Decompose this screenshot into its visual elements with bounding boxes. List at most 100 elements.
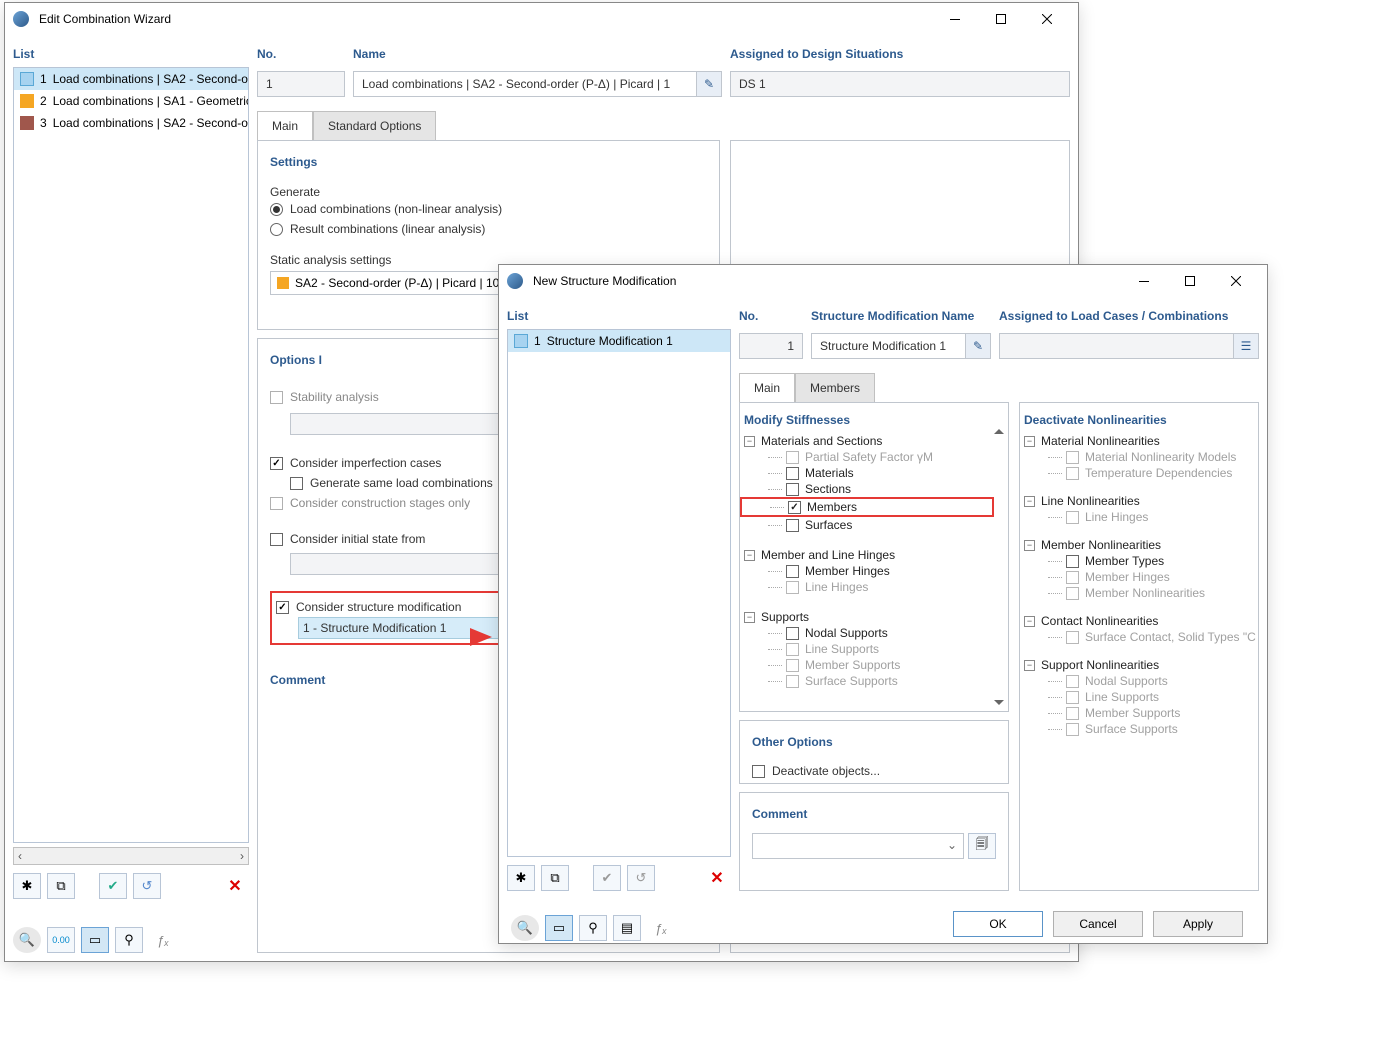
tree-group-contact-nl[interactable]: Contact Nonlinearities: [1039, 614, 1158, 628]
delete-button[interactable]: ✕: [703, 865, 731, 891]
check-psf[interactable]: [786, 451, 799, 464]
collapse-icon[interactable]: −: [1024, 540, 1035, 551]
check-members[interactable]: [788, 501, 801, 514]
check-surface-supports[interactable]: [786, 675, 799, 688]
cancel-button[interactable]: Cancel: [1053, 911, 1143, 937]
titlebar: New Structure Modification: [499, 265, 1267, 297]
function-icon[interactable]: ƒₓ: [647, 915, 675, 941]
name-field[interactable]: Structure Modification 1: [811, 333, 966, 359]
new-button[interactable]: ✱: [13, 873, 41, 899]
tab-members[interactable]: Members: [795, 373, 875, 402]
collapse-icon[interactable]: −: [1024, 496, 1035, 507]
collapse-icon[interactable]: −: [1024, 436, 1035, 447]
check-surface-sup-nl[interactable]: [1066, 723, 1079, 736]
check-member-types[interactable]: [1066, 555, 1079, 568]
close-button[interactable]: [1213, 266, 1259, 296]
apply-button[interactable]: Apply: [1153, 911, 1243, 937]
view-toggle-2-icon[interactable]: ⚲: [115, 927, 143, 953]
horizontal-scrollbar[interactable]: ‹ ›: [13, 847, 249, 865]
scroll-up-icon[interactable]: [994, 429, 1004, 434]
search-icon[interactable]: 🔍: [13, 927, 41, 953]
check-line-hinges[interactable]: [786, 581, 799, 594]
scroll-down-icon[interactable]: [994, 700, 1004, 705]
check-member-supports[interactable]: [786, 659, 799, 672]
new-button[interactable]: ✱: [507, 865, 535, 891]
close-button[interactable]: [1024, 4, 1070, 34]
chevron-left-icon: ‹: [18, 849, 22, 863]
collapse-icon[interactable]: −: [744, 612, 755, 623]
collapse-icon[interactable]: −: [1024, 660, 1035, 671]
radio-linear[interactable]: Result combinations (linear analysis): [270, 219, 707, 239]
minimize-button[interactable]: [1121, 266, 1167, 296]
combination-list-panel: List 1 Load combinations | SA2 - Second-…: [13, 43, 249, 953]
radio-nonlinear[interactable]: Load combinations (non-linear analysis): [270, 199, 707, 219]
units-icon[interactable]: 0.00: [47, 927, 75, 953]
tree-group-materials-sections[interactable]: Materials and Sections: [759, 434, 882, 448]
list-item[interactable]: 3 Load combinations | SA2 - Second-o: [14, 112, 248, 134]
name-field[interactable]: Load combinations | SA2 - Second-order (…: [353, 71, 697, 97]
uncheck-button[interactable]: ↺: [627, 865, 655, 891]
tab-main[interactable]: Main: [739, 373, 795, 403]
color-swatch-icon: [514, 334, 528, 348]
collapse-icon[interactable]: −: [744, 550, 755, 561]
uncheck-button[interactable]: ↺: [133, 873, 161, 899]
check-line-hinges-nl[interactable]: [1066, 511, 1079, 524]
check-materials[interactable]: [786, 467, 799, 480]
tree-group-support-nl[interactable]: Support Nonlinearities: [1039, 658, 1159, 672]
check-temp-dep[interactable]: [1066, 467, 1079, 480]
comment-field[interactable]: ⌄: [752, 833, 964, 859]
check-all-button[interactable]: ✔: [99, 873, 127, 899]
select-assigned-icon[interactable]: ☰: [1233, 333, 1259, 359]
minimize-button[interactable]: [932, 4, 978, 34]
assigned-field[interactable]: DS 1: [730, 71, 1070, 97]
view-toggle-2-icon[interactable]: ⚲: [579, 915, 607, 941]
collapse-icon[interactable]: −: [744, 436, 755, 447]
tree-group-supports[interactable]: Supports: [759, 610, 809, 624]
tree-group-hinges[interactable]: Member and Line Hinges: [759, 548, 895, 562]
check-sections[interactable]: [786, 483, 799, 496]
tab-main[interactable]: Main: [257, 111, 313, 141]
check-nodal-supports[interactable]: [786, 627, 799, 640]
check-surface-contact[interactable]: [1066, 631, 1079, 644]
maximize-button[interactable]: [978, 4, 1024, 34]
assigned-field[interactable]: [999, 333, 1234, 359]
check-nodal-sup-nl[interactable]: [1066, 675, 1079, 688]
ok-button[interactable]: OK: [953, 911, 1043, 937]
check-member-sup-nl[interactable]: [1066, 707, 1079, 720]
tree-group-material-nl[interactable]: Material Nonlinearities: [1039, 434, 1160, 448]
copy-button[interactable]: ⧉: [541, 865, 569, 891]
check-member-nonlin[interactable]: [1066, 587, 1079, 600]
function-icon[interactable]: ƒₓ: [149, 927, 177, 953]
edit-name-icon[interactable]: ✎: [965, 333, 991, 359]
copy-button[interactable]: ⧉: [47, 873, 75, 899]
search-icon[interactable]: 🔍: [511, 915, 539, 941]
check-nl-models[interactable]: [1066, 451, 1079, 464]
collapse-icon[interactable]: −: [1024, 616, 1035, 627]
modification-list[interactable]: 1 Structure Modification 1: [507, 329, 731, 857]
tree-group-line-nl[interactable]: Line Nonlinearities: [1039, 494, 1140, 508]
check-line-supports[interactable]: [786, 643, 799, 656]
tab-standard-options[interactable]: Standard Options: [313, 111, 436, 140]
check-all-button[interactable]: ✔: [593, 865, 621, 891]
delete-button[interactable]: ✕: [221, 873, 249, 899]
check-line-sup-nl[interactable]: [1066, 691, 1079, 704]
assigned-label: Assigned to Load Cases / Combinations: [999, 305, 1259, 329]
view-toggle-1-icon[interactable]: ▭: [545, 915, 573, 941]
view-toggle-1-icon[interactable]: ▭: [81, 927, 109, 953]
no-field[interactable]: 1: [257, 71, 345, 97]
comment-attach-icon[interactable]: 🗐: [968, 833, 996, 859]
check-surfaces[interactable]: [786, 519, 799, 532]
check-deactivate-objects[interactable]: Deactivate objects...: [752, 761, 996, 781]
combination-list[interactable]: 1 Load combinations | SA2 - Second-o 2 L…: [13, 67, 249, 843]
tree-group-member-nl[interactable]: Member Nonlinearities: [1039, 538, 1161, 552]
list-item[interactable]: 1 Load combinations | SA2 - Second-o: [14, 68, 248, 90]
list-item[interactable]: 2 Load combinations | SA1 - Geometric: [14, 90, 248, 112]
no-label: No.: [739, 305, 803, 329]
view-toggle-3-icon[interactable]: ▤: [613, 915, 641, 941]
check-member-hinges[interactable]: [786, 565, 799, 578]
edit-name-icon[interactable]: ✎: [696, 71, 722, 97]
maximize-button[interactable]: [1167, 266, 1213, 296]
list-item[interactable]: 1 Structure Modification 1: [508, 330, 730, 352]
check-member-hinges-nl[interactable]: [1066, 571, 1079, 584]
no-field[interactable]: 1: [739, 333, 803, 359]
